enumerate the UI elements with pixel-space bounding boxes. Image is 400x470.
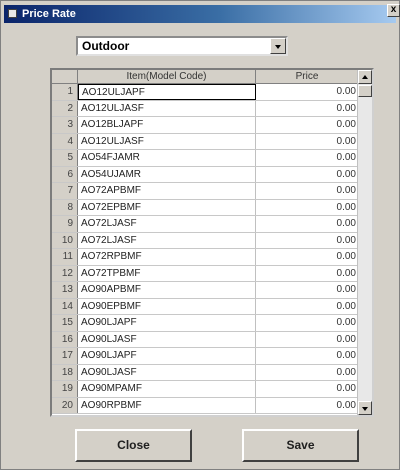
close-button[interactable]: Close — [75, 429, 192, 462]
price-cell[interactable]: 0.00 — [256, 315, 359, 331]
item-model-code-cell[interactable]: AO90MPAMF — [78, 381, 256, 397]
table-row[interactable]: 5 AO54FJAMR 0.00 — [52, 150, 359, 167]
row-number: 4 — [52, 133, 78, 149]
scroll-down-arrow-icon[interactable] — [358, 401, 372, 415]
scroll-thumb[interactable] — [358, 85, 372, 97]
table-row[interactable]: 14 AO90EPBMF 0.00 — [52, 298, 359, 315]
price-cell[interactable]: 0.00 — [256, 134, 359, 150]
price-cell[interactable]: 0.00 — [256, 200, 359, 216]
price-cell[interactable]: 0.00 — [256, 266, 359, 282]
table-row[interactable]: 1 AO12ULJAPF 0.00 — [52, 84, 359, 101]
price-cell[interactable]: 0.00 — [256, 167, 359, 183]
save-button[interactable]: Save — [242, 429, 359, 462]
row-number: 13 — [52, 282, 78, 298]
row-number: 15 — [52, 315, 78, 331]
category-dropdown-value: Outdoor — [82, 39, 130, 53]
price-cell[interactable]: 0.00 — [256, 117, 359, 133]
table-row[interactable]: 12 AO72TPBMF 0.00 — [52, 265, 359, 282]
grid-rows: 1 AO12ULJAPF 0.00 2 AO12ULJASF 0.00 3 AO12BLJAP… — [52, 84, 359, 414]
table-row[interactable]: 4 AO12ULJASF 0.00 — [52, 133, 359, 150]
price-cell[interactable]: 0.00 — [256, 365, 359, 381]
row-number: 6 — [52, 166, 78, 182]
table-row[interactable]: 13 AO90APBMF 0.00 — [52, 282, 359, 299]
title-bar[interactable]: Price Rate — [4, 5, 396, 23]
table-row[interactable]: 2 AO12ULJASF 0.00 — [52, 100, 359, 117]
row-number: 9 — [52, 216, 78, 232]
item-model-code-cell[interactable]: AO90LJASF — [78, 364, 256, 380]
row-number: 11 — [52, 249, 78, 265]
item-model-code-cell[interactable]: AO72TPBMF — [78, 265, 256, 281]
table-row[interactable]: 18 AO90LJASF 0.00 — [52, 364, 359, 381]
price-cell[interactable]: 0.00 — [256, 381, 359, 397]
table-row[interactable]: 17 AO90LJAPF 0.00 — [52, 348, 359, 365]
item-model-code-cell[interactable]: AO12ULJASF — [78, 100, 256, 116]
row-number: 3 — [52, 117, 78, 133]
column-header-price[interactable]: Price — [256, 70, 359, 84]
table-row[interactable]: 6 AO54UJAMR 0.00 — [52, 166, 359, 183]
table-row[interactable]: 10 AO72LJASF 0.00 — [52, 232, 359, 249]
price-cell[interactable]: 0.00 — [256, 183, 359, 199]
table-row[interactable]: 7 AO72APBMF 0.00 — [52, 183, 359, 200]
row-number: 12 — [52, 265, 78, 281]
row-number: 1 — [52, 84, 78, 100]
row-number: 7 — [52, 183, 78, 199]
chevron-down-icon[interactable] — [270, 38, 286, 54]
price-cell[interactable]: 0.00 — [256, 84, 359, 100]
price-rate-window: Price Rate x Outdoor Item(Model Code) Pr… — [0, 0, 400, 470]
item-model-code-cell[interactable]: AO90LJASF — [78, 331, 256, 347]
item-model-code-cell[interactable]: AO90LJAPF — [78, 315, 256, 331]
item-model-code-cell[interactable]: AO72LJASF — [78, 216, 256, 232]
item-model-code-cell[interactable]: AO12ULJAPF — [78, 84, 256, 100]
item-model-code-cell[interactable]: AO72APBMF — [78, 183, 256, 199]
scroll-up-arrow-icon[interactable] — [358, 70, 372, 84]
item-model-code-cell[interactable]: AO90RPBMF — [78, 397, 256, 413]
price-cell[interactable]: 0.00 — [256, 332, 359, 348]
table-row[interactable]: 9 AO72LJASF 0.00 — [52, 216, 359, 233]
item-model-code-cell[interactable]: AO12BLJAPF — [78, 117, 256, 133]
price-cell[interactable]: 0.00 — [256, 150, 359, 166]
table-row[interactable]: 19 AO90MPAMF 0.00 — [52, 381, 359, 398]
item-model-code-cell[interactable]: AO54UJAMR — [78, 166, 256, 182]
table-row[interactable]: 3 AO12BLJAPF 0.00 — [52, 117, 359, 134]
window-close-button[interactable]: x — [387, 4, 400, 17]
table-row[interactable]: 8 AO72EPBMF 0.00 — [52, 199, 359, 216]
row-number: 16 — [52, 331, 78, 347]
item-model-code-cell[interactable]: AO54FJAMR — [78, 150, 256, 166]
row-number: 20 — [52, 397, 78, 413]
item-model-code-cell[interactable]: AO90APBMF — [78, 282, 256, 298]
window-icon — [8, 9, 17, 18]
item-model-code-cell[interactable]: AO72EPBMF — [78, 199, 256, 215]
window-title: Price Rate — [22, 8, 76, 20]
price-cell[interactable]: 0.00 — [256, 249, 359, 265]
price-cell[interactable]: 0.00 — [256, 282, 359, 298]
price-cell[interactable]: 0.00 — [256, 101, 359, 117]
vertical-scrollbar[interactable] — [357, 70, 372, 415]
price-cell[interactable]: 0.00 — [256, 398, 359, 414]
item-model-code-cell[interactable]: AO72LJASF — [78, 232, 256, 248]
row-number: 18 — [52, 364, 78, 380]
column-header-item[interactable]: Item(Model Code) — [78, 70, 256, 84]
grid-corner-header — [52, 70, 78, 84]
price-cell[interactable]: 0.00 — [256, 216, 359, 232]
row-number: 2 — [52, 100, 78, 116]
table-row[interactable]: 11 AO72RPBMF 0.00 — [52, 249, 359, 266]
price-cell[interactable]: 0.00 — [256, 233, 359, 249]
item-model-code-cell[interactable]: AO72RPBMF — [78, 249, 256, 265]
price-cell[interactable]: 0.00 — [256, 299, 359, 315]
item-model-code-cell[interactable]: AO90EPBMF — [78, 298, 256, 314]
table-row[interactable]: 20 AO90RPBMF 0.00 — [52, 397, 359, 414]
row-number: 14 — [52, 298, 78, 314]
table-row[interactable]: 16 AO90LJASF 0.00 — [52, 331, 359, 348]
row-number: 19 — [52, 381, 78, 397]
price-grid: Item(Model Code) Price 1 AO12ULJAPF 0.00 2 A… — [50, 68, 374, 417]
row-number: 10 — [52, 232, 78, 248]
row-number: 8 — [52, 199, 78, 215]
category-dropdown[interactable]: Outdoor — [76, 36, 288, 56]
price-cell[interactable]: 0.00 — [256, 348, 359, 364]
row-number: 17 — [52, 348, 78, 364]
item-model-code-cell[interactable]: AO90LJAPF — [78, 348, 256, 364]
item-model-code-cell[interactable]: AO12ULJASF — [78, 133, 256, 149]
row-number: 5 — [52, 150, 78, 166]
table-row[interactable]: 15 AO90LJAPF 0.00 — [52, 315, 359, 332]
